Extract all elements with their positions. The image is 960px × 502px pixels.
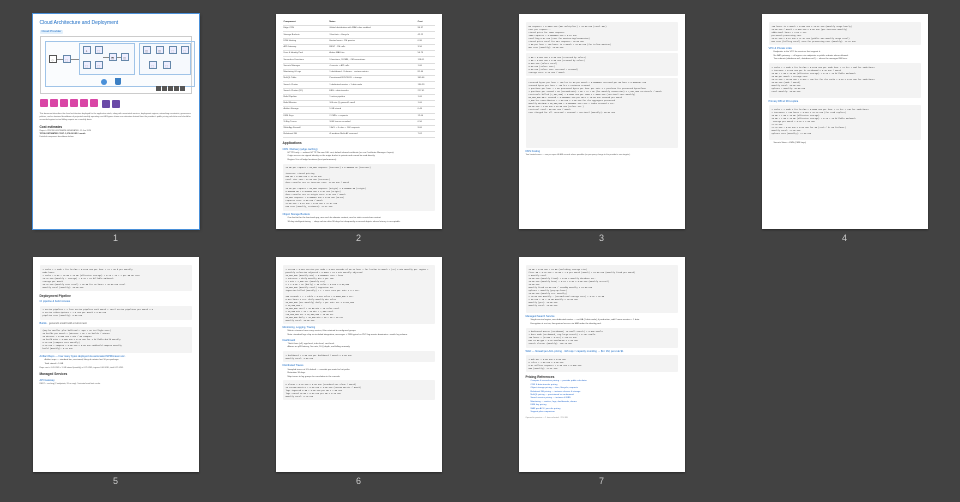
page-number: 7 [599, 476, 604, 486]
cost-meta: Report • PRICING ESTIMATE GENERATED: 15 … [40, 130, 192, 138]
bucket-bullets: One bucket for the front-end app, one ea… [283, 217, 435, 223]
service-icons-row-a [40, 99, 98, 107]
page-number: 1 [113, 233, 118, 243]
artifact-line: Repo cost × 0.05 USD × 5 GB stored (mont… [40, 367, 192, 370]
dash-heading: Dashboard [283, 339, 435, 342]
refs-list: Compute & serverless pricing — provider … [526, 380, 678, 414]
cdn-calc: 10 GB per request × 50,000 requests (int… [283, 164, 435, 211]
page-thumb-7[interactable]: 10 GB × 0.00 USD × 10 GB (excluding stor… [516, 257, 687, 486]
page-number: 2 [356, 233, 361, 243]
monitor-heading: Monitoring, Logging, Tracing [283, 326, 435, 329]
page-thumb-1[interactable]: Cloud Architecture and Deployment Cloud … [30, 14, 201, 243]
search-bullets: Single-service/region, one dedicated mas… [526, 319, 678, 325]
page-number: 4 [842, 233, 847, 243]
footer-status: Opened in preview — 1 item selected · 22… [526, 417, 678, 420]
calc-c: returned bytes per hour × 730 hrs in mo … [526, 78, 678, 148]
dns-text: Two hosted zones — one per apex. ALIAS r… [526, 154, 678, 157]
vpc-bullets: Endpoints in the VPC for services that s… [769, 51, 921, 61]
tail-bullet: Secrets Store × KMS (CMK keys) [769, 142, 921, 145]
search-heading: Managed Search Service [526, 315, 678, 318]
page-number: 3 [599, 233, 604, 243]
calc-b: 1 GB × 0.004 USD = 0.00 USD (returned by… [526, 53, 678, 76]
thumbnail-grid: Cloud Architecture and Deployment Cloud … [0, 0, 960, 500]
managed-heading: Managed Services [40, 372, 192, 376]
monitor-bullets: Metrics streams from every service; filt… [283, 330, 435, 336]
trace-heading: Distributed Traces [283, 364, 435, 367]
calc-top: 10 GB × 0.00 USD × 10 GB (excluding stor… [526, 265, 678, 313]
intro-text: This document describes the cloud archit… [40, 113, 192, 121]
cdn-bullets: HTTPS only — redirect HTTP. No own SSL c… [283, 152, 435, 162]
page-thumb-2[interactable]: Component Notes Cost Edge CDNGlobal dist… [273, 14, 444, 243]
calc-a: 1 cache × 1 node × for hrs/mo × 0.0125 U… [40, 265, 192, 291]
cdn-heading: CDN / Delivery (edge caching) [283, 148, 435, 151]
pipeline-heading: CI pipeline & build minutes [40, 300, 192, 303]
provider-tag: Cloud Provider [40, 30, 64, 35]
trace-bullets: Sampled traces at 5% default — override … [283, 369, 435, 379]
artifact-heading: Artifact Repo — how many bytes deployed … [40, 355, 192, 358]
vpc-heading: VPC & Private Links [769, 47, 921, 50]
page-thumb-6[interactable]: 1 stream × 0.015 service per node × 0.01… [273, 257, 444, 486]
waf-calc: 1 web ACL × 5.00 USD = 5.00 USD 6 rules … [526, 355, 678, 372]
page-thumb-3[interactable]: 50 requests × 0.0004 USD (GET multiplier… [516, 14, 687, 243]
calc-bot: 1 cache × 1 node = for hrs/mo × 0.0006 U… [769, 105, 921, 140]
service-icons-row-b [102, 100, 120, 108]
page-thumb-5[interactable]: 1 cache × 1 node × for hrs/mo × 0.0125 U… [30, 257, 201, 486]
alarm-calc: 8 alarms × 0.10 USD = 0.80 USD (standard… [283, 380, 435, 400]
dash-calc: 1 dashboard × 3.00 USD per dashboard / m… [283, 351, 435, 362]
replica-heading: Primary DB w/ RO-replica [769, 100, 921, 103]
dash-bullets: Think three (x3): app-level, infra-level… [283, 343, 435, 349]
search-calc: 1 dedicated master (on-demand, t3.small.… [526, 328, 678, 348]
calc-a: 50 requests × 0.0004 USD (GET multiplier… [526, 22, 678, 51]
architecture-diagram: ◇ ⬚ λ ⬚ ⬚ ⬚ ⬒ ◫ ◫ ◫ ⬚ ⬚ ⬚ ⬚ [40, 36, 192, 94]
applications-heading: Applications [283, 141, 435, 145]
calc-top: 1 stream × 0.015 service per node × 0.01… [283, 265, 435, 324]
refs-heading: Pricing References [526, 375, 678, 379]
page-thumb-4[interactable]: 730 hours in a month × 0.003 USD = 20.07… [759, 14, 930, 243]
bucket-heading: Object Storage Buckets [283, 213, 435, 216]
api-heading: API Gateway [40, 379, 192, 382]
deploy-heading: Deployment Pipeline [40, 294, 192, 298]
waf-heading: WAF — firewall per-ACL pricing · 1M reqs… [526, 350, 678, 353]
doc-title: Cloud Architecture and Deployment [40, 20, 192, 27]
page-number: 6 [356, 476, 361, 486]
cost-table: Component Notes Cost Edge CDNGlobal dist… [283, 20, 435, 138]
pipeline-calc: 1 active pipeline × 1 free active pipeli… [40, 306, 192, 320]
calc-mid: 1 cache × 1 node = for hrs/mo × 0.0125 U… [769, 63, 921, 98]
page-number: 5 [113, 476, 118, 486]
builds-calc: (may be smaller plus buffered × ~0px × n… [40, 327, 192, 353]
cost-heading: Cost estimates [40, 125, 192, 129]
dns-heading: DNS hosting [526, 150, 678, 153]
calc-top: 730 hours in a month × 0.003 USD = 20.07… [769, 22, 921, 45]
builds-heading: Builds · general1.small build environmen… [40, 322, 192, 325]
api-line: REST + caching (2 endpoints, 20 m reqs).… [40, 383, 192, 386]
artifact-bullets: Artifact repo — standard tier; versioned… [40, 359, 192, 365]
